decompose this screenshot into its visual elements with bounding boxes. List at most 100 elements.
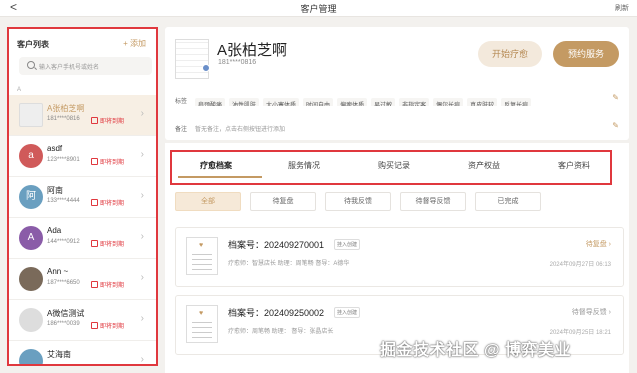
customer-tag: 油性肌肤 <box>229 98 260 106</box>
note-text: 暂无备注，点击右侧按钮进行添加 <box>195 127 286 133</box>
customer-list-item[interactable]: A张柏芝啊 181****0816 即将到期 › <box>9 95 156 136</box>
tags-label: 标签 <box>175 99 188 105</box>
customer-name: 艾海南 <box>47 350 71 359</box>
note-label: 备注 <box>175 127 188 133</box>
avatar: 阿 <box>19 185 43 209</box>
record-card[interactable]: ♥ 档案号：202409270001 挂入创建 疗愈师：智慧店长 助理：周笔畅 … <box>175 227 624 287</box>
chevron-right-icon: › <box>140 313 144 324</box>
chevron-right-icon: › <box>140 354 144 365</box>
tag-list: 肩颈酸痛 油性肌肤 大小寒体质 时间自由 偏瘦体质 易过敏 非指定客 偶尔长痘 真皮肤较 反复长痘 <box>195 94 605 106</box>
customer-name: A张柏芝啊 <box>47 104 85 113</box>
chevron-right-icon: › <box>140 231 144 242</box>
tab-customer-info[interactable]: 客户资料 <box>558 160 590 171</box>
customer-tag: 大小寒体质 <box>263 98 300 106</box>
customer-name: A微信测试 <box>47 309 85 318</box>
avatar <box>19 308 43 332</box>
chevron-right-icon: › <box>140 190 144 201</box>
customer-name: 阿南 <box>47 186 63 195</box>
record-date: 2024年09月27日 06:13 <box>549 262 611 268</box>
customer-list-title: 客户列表 <box>17 40 49 49</box>
record-status: 待复盘 › <box>585 241 611 248</box>
filter-pending-review[interactable]: 待复盘 <box>250 192 316 211</box>
tab-service-status[interactable]: 服务情况 <box>288 160 320 171</box>
customer-list-panel: 客户列表 + 添加 输入客户手机号或姓名 A A张柏芝啊 181****0816 即… <box>7 27 158 366</box>
customer-phone: 133****4444 <box>47 198 80 204</box>
tab-therapy-records[interactable]: 疗愈档案 <box>200 160 232 171</box>
avatar <box>19 349 43 364</box>
record-staff: 疗愈师：智慧店长 助理：周笔畅 督导：A德华 <box>228 261 350 267</box>
tab-asset-rights[interactable]: 资产权益 <box>468 160 500 171</box>
customer-tag: 偏瘦体质 <box>337 98 368 106</box>
customer-list-item[interactable]: 阿阿南 133****4444 即将到期 › <box>9 177 156 218</box>
record-status: 待督导反馈 › <box>571 309 611 316</box>
customer-name: Ada <box>47 226 62 235</box>
record-date: 2024年09月25日 18:21 <box>549 330 611 336</box>
expiring-badge: 即将到期 <box>91 280 124 289</box>
customer-tag: 时间自由 <box>303 98 334 106</box>
avatar: a <box>19 144 43 168</box>
watermark: 掘金技术社区 @ 博弈美业 <box>380 342 571 359</box>
customer-list-item[interactable]: 艾海南 › <box>9 341 156 365</box>
expiring-badge: 即将到期 <box>91 157 124 166</box>
tab-bar: 疗愈档案 服务情况 购买记录 资产权益 客户资料 <box>170 150 612 185</box>
start-therapy-button[interactable]: 开始疗愈 <box>478 41 542 67</box>
top-bar: < 客户管理 刷新 <box>0 0 637 17</box>
page-title: 客户管理 <box>300 4 337 14</box>
section-letter: A <box>17 87 22 93</box>
avatar <box>19 103 43 127</box>
filter-supervisor-feedback[interactable]: 待督导反馈 <box>400 192 466 211</box>
customer-tag: 肩颈酸痛 <box>195 98 226 106</box>
search-placeholder: 输入客户手机号或姓名 <box>39 65 100 71</box>
customer-tag: 偶尔长痘 <box>433 98 464 106</box>
search-input[interactable]: 输入客户手机号或姓名 <box>19 57 152 75</box>
expiring-badge: 即将到期 <box>91 239 124 248</box>
search-icon <box>27 61 35 69</box>
customer-phone: 144****0912 <box>47 239 80 245</box>
edit-note-icon[interactable]: ✎ <box>612 121 619 130</box>
customer-tag: 非指定客 <box>399 98 430 106</box>
avatar <box>19 267 43 291</box>
profile-phone: 181****0816 <box>218 59 257 66</box>
customer-list: A张柏芝啊 181****0816 即将到期 › a asdf 123****8901 即将到… <box>9 95 156 365</box>
customer-phone: 186****0039 <box>47 321 80 327</box>
customer-name: asdf <box>47 144 63 153</box>
record-source-badge: 挂入创建 <box>334 239 361 250</box>
customer-list-item[interactable]: Ann ~ 187****6650 即将到期 › <box>9 259 156 300</box>
customer-phone: 123****8901 <box>47 157 80 163</box>
expiring-badge: 即将到期 <box>91 321 124 330</box>
document-icon: ♥ <box>186 237 218 275</box>
edit-tags-icon[interactable]: ✎ <box>612 93 619 102</box>
record-number: 档案号：202409270001 <box>228 240 325 250</box>
add-customer-button[interactable]: + 添加 <box>123 38 146 49</box>
book-service-button[interactable]: 预约服务 <box>553 41 619 67</box>
refresh-button[interactable]: 刷新 <box>615 3 629 13</box>
customer-name: Ann ~ <box>47 267 69 276</box>
tab-purchase-records[interactable]: 购买记录 <box>378 160 410 171</box>
filter-my-feedback[interactable]: 待我反馈 <box>325 192 391 211</box>
customer-phone: 187****6650 <box>47 280 80 286</box>
filter-completed[interactable]: 已完成 <box>475 192 541 211</box>
customer-tag: 易过敏 <box>371 98 396 106</box>
expiring-badge: 即将到期 <box>91 198 124 207</box>
customer-list-item[interactable]: a asdf 123****8901 即将到期 › <box>9 136 156 177</box>
customer-list-item[interactable]: A微信测试 186****0039 即将到期 › <box>9 300 156 341</box>
customer-tag: 反复长痘 <box>501 98 532 106</box>
record-source-badge: 挂入创建 <box>334 307 361 318</box>
record-staff: 疗愈师：周笔畅 助理： 督导：张晶店长 <box>228 329 334 335</box>
customer-tag: 真皮肤较 <box>467 98 498 106</box>
document-icon: ♥ <box>186 305 218 343</box>
filter-all[interactable]: 全部 <box>175 192 241 211</box>
avatar: A <box>19 226 43 250</box>
expiring-badge: 即将到期 <box>91 116 124 125</box>
record-number: 档案号：202409250002 <box>228 308 325 318</box>
customer-list-item[interactable]: A Ada 144****0912 即将到期 › <box>9 218 156 259</box>
customer-phone: 181****0816 <box>47 116 80 122</box>
wechat-icon <box>202 64 210 72</box>
customer-profile-card: A张柏芝啊 181****0816 开始疗愈 预约服务 标签 肩颈酸痛 油性肌肤大… <box>165 27 629 140</box>
active-tab-indicator <box>178 176 262 178</box>
chevron-right-icon: › <box>140 108 144 119</box>
profile-name: A张柏芝啊 <box>217 42 288 59</box>
chevron-right-icon: › <box>140 149 144 160</box>
chevron-right-icon: › <box>140 272 144 283</box>
profile-avatar <box>175 39 209 79</box>
